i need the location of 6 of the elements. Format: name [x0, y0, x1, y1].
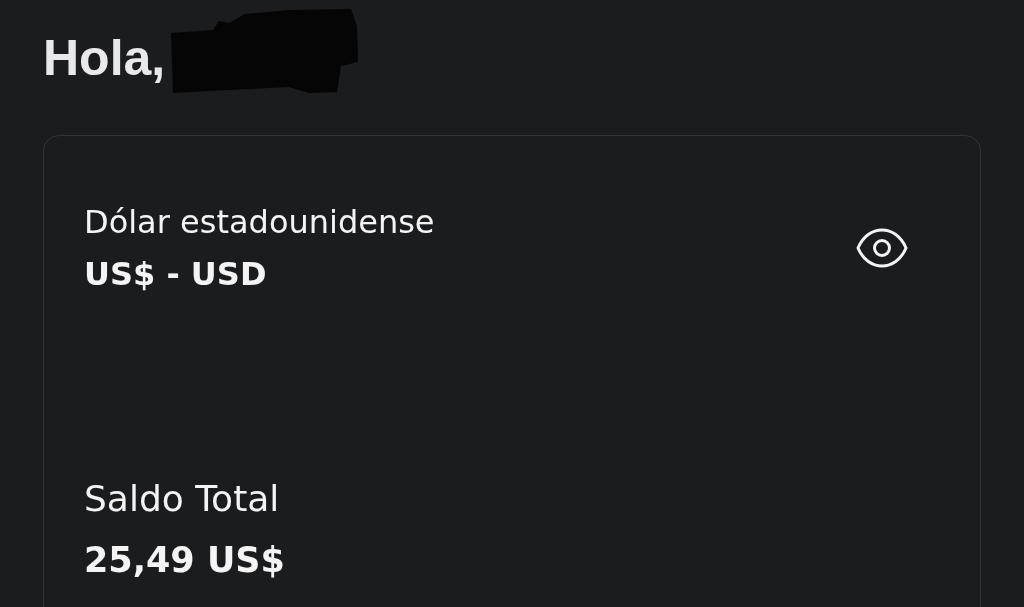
currency-name: Dólar estadounidense — [84, 202, 435, 242]
balance-label: Saldo Total — [84, 477, 280, 521]
balance-amount: 25,49 US$ — [84, 539, 285, 582]
eye-icon[interactable] — [856, 228, 908, 268]
greeting-text: Hola, — [43, 30, 166, 86]
currency-code: US$ - USD — [84, 254, 268, 294]
